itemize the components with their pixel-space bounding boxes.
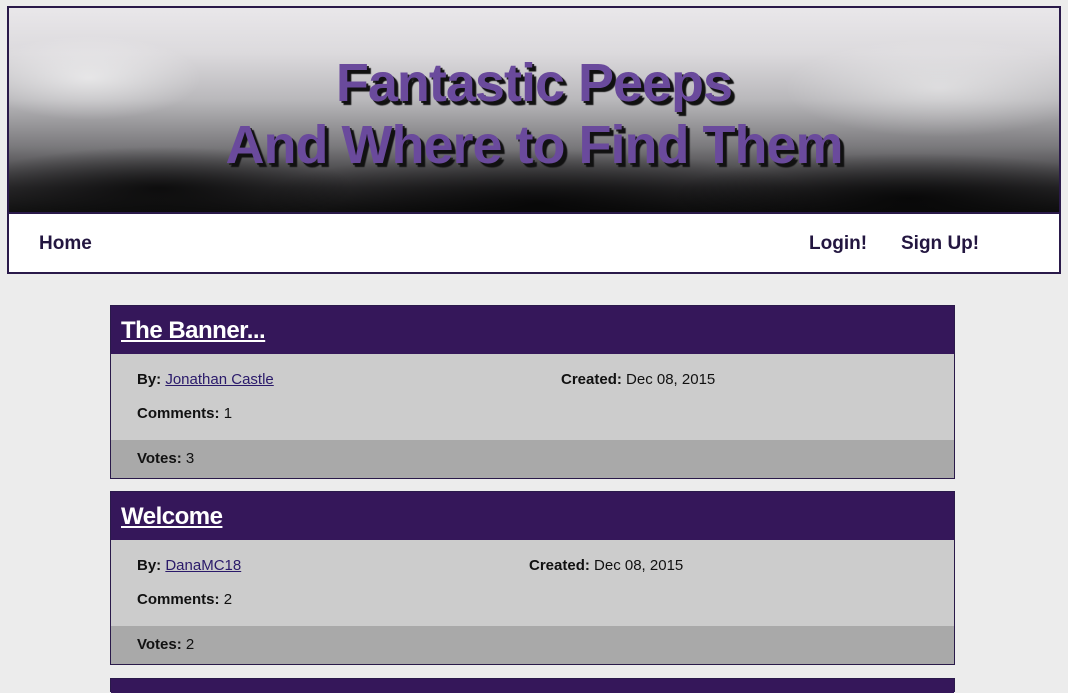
created-date: Dec 08, 2015	[626, 371, 716, 388]
post-title-link[interactable]: The Banner...	[121, 317, 266, 345]
post-card	[110, 678, 955, 693]
banner: Fantastic Peeps And Where to Find Them	[9, 8, 1059, 214]
post-details: By: Jonathan Castle Created: Dec 08, 201…	[111, 354, 954, 440]
post-author: By: Jonathan Castle	[137, 371, 274, 388]
votes-count: 2	[185, 636, 195, 653]
post-header: The Banner...	[111, 306, 954, 354]
by-label: By:	[137, 371, 162, 388]
site-title-line1: Fantastic Peeps	[335, 53, 733, 113]
post-votes: Votes: 2	[137, 636, 194, 653]
post-card: Welcome By: DanaMC18 Created: Dec 08, 20…	[110, 491, 955, 665]
created-label: Created:	[561, 371, 622, 388]
comments-label: Comments:	[137, 405, 220, 422]
votes-count: 3	[185, 450, 195, 467]
post-votes: Votes: 3	[137, 450, 194, 467]
main-nav: Home Login! Sign Up!	[9, 214, 1059, 272]
post-title-link[interactable]: Welcome	[121, 503, 223, 531]
post-comments: Comments: 2	[137, 591, 232, 608]
by-label: By:	[137, 557, 162, 574]
comments-count: 1	[223, 405, 233, 422]
nav-login-link[interactable]: Login!	[809, 233, 867, 255]
post-author: By: DanaMC18	[137, 557, 241, 574]
created-label: Created:	[529, 557, 590, 574]
post-card: The Banner... By: Jonathan Castle Create…	[110, 305, 955, 479]
post-header	[111, 679, 954, 693]
post-created: Created: Dec 08, 2015	[561, 371, 715, 388]
post-footer: Votes: 3	[111, 440, 954, 478]
site-title: Fantastic Peeps And Where to Find Them	[9, 52, 1059, 176]
comments-label: Comments:	[137, 591, 220, 608]
author-link[interactable]: Jonathan Castle	[165, 371, 273, 388]
post-comments: Comments: 1	[137, 405, 232, 422]
site-title-line2: And Where to Find Them	[225, 115, 844, 175]
post-footer: Votes: 2	[111, 626, 954, 664]
nav-home-link[interactable]: Home	[39, 233, 92, 255]
votes-label: Votes:	[137, 450, 182, 467]
app: Fantastic Peeps And Where to Find Them H…	[0, 0, 1068, 693]
post-details: By: DanaMC18 Created: Dec 08, 2015 Comme…	[111, 540, 954, 626]
comments-count: 2	[223, 591, 233, 608]
created-date: Dec 08, 2015	[594, 557, 684, 574]
author-link[interactable]: DanaMC18	[165, 557, 241, 574]
votes-label: Votes:	[137, 636, 182, 653]
nav-signup-link[interactable]: Sign Up!	[901, 233, 979, 255]
post-header: Welcome	[111, 492, 954, 540]
site-header: Fantastic Peeps And Where to Find Them H…	[7, 6, 1061, 274]
post-created: Created: Dec 08, 2015	[529, 557, 683, 574]
